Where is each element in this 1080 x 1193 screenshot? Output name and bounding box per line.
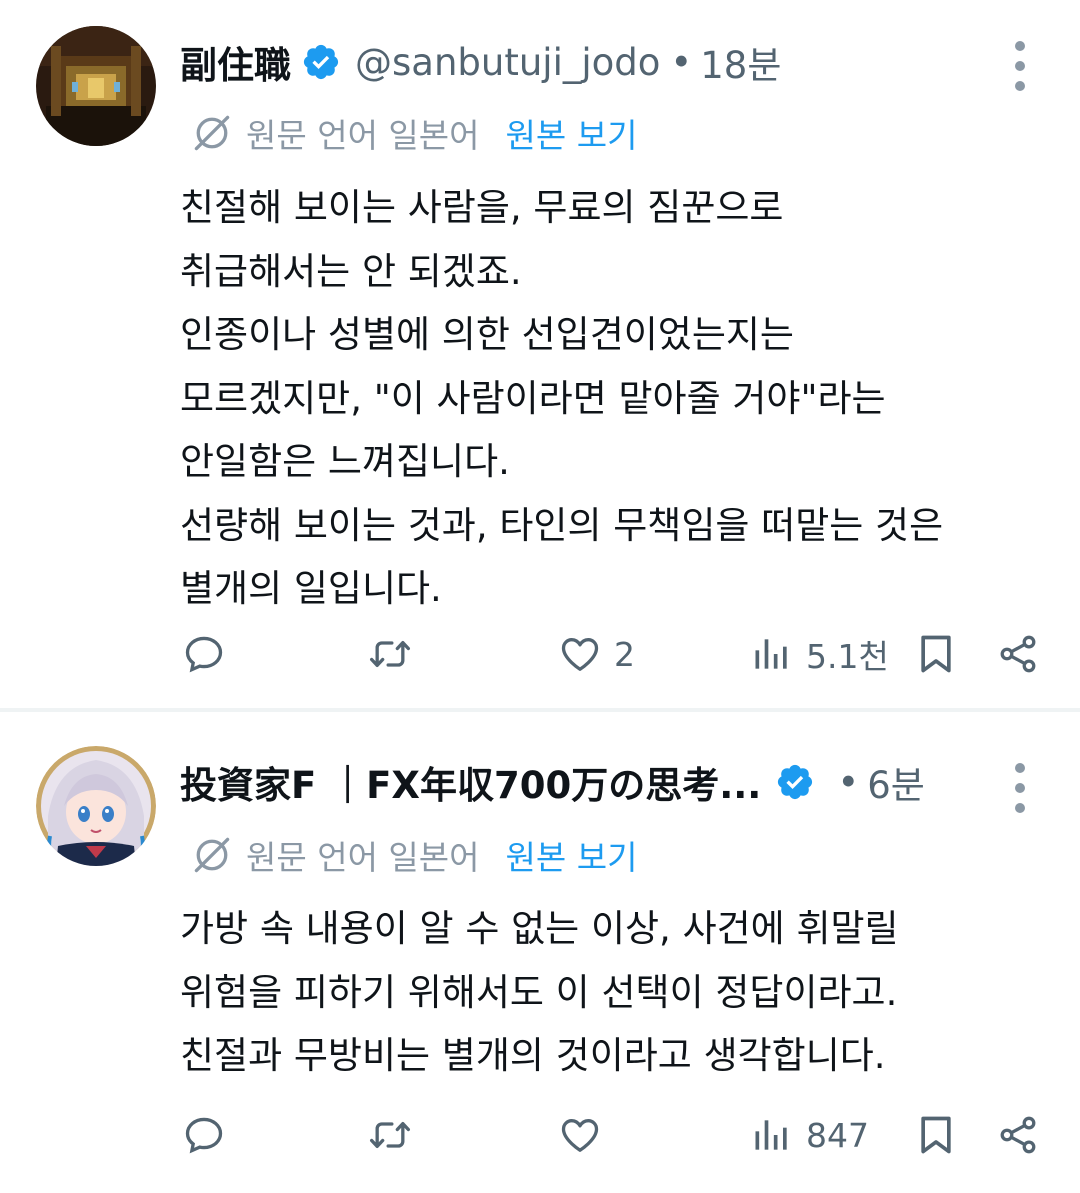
- author-name[interactable]: 投資家F ｜FX年収700万の思考...: [180, 755, 761, 809]
- reply-icon: [182, 1113, 226, 1157]
- bookmark-button[interactable]: [914, 1105, 958, 1165]
- timestamp[interactable]: 18분: [700, 35, 781, 89]
- view-count: 5.1천: [806, 637, 889, 676]
- tweet[interactable]: 投資家F ｜FX年収700万の思考... • 6분 원문 언어 일본어 원본 보…: [0, 712, 1080, 1193]
- views-button[interactable]: 847: [750, 1105, 869, 1165]
- tweet-text-line: 친절해 보이는 사람을, 무료의 짐꾼으로: [180, 186, 784, 229]
- reply-button[interactable]: [182, 624, 226, 684]
- reply-button[interactable]: [182, 1105, 226, 1165]
- avatar[interactable]: [36, 26, 156, 146]
- bookmark-icon: [914, 632, 958, 676]
- view-count: 847: [806, 1115, 869, 1155]
- tweet[interactable]: 副住職 @sanbutuji_jodo • 18분 원문 언어 일본어 원본 보…: [0, 0, 1080, 708]
- action-bar: 847: [0, 1105, 1080, 1165]
- tweet-text-line: 안일함은 느껴집니다.: [180, 440, 510, 483]
- view-original-link[interactable]: 원본 보기: [506, 831, 638, 879]
- bookmark-button[interactable]: [914, 624, 958, 684]
- verified-badge-icon: [775, 762, 815, 802]
- like-button[interactable]: [558, 1105, 602, 1165]
- avatar[interactable]: [36, 746, 156, 866]
- tweet-text-line: 선량해 보이는 것과, 타인의 무책임을 떠맡는 것은: [180, 503, 944, 547]
- tweet-header: 投資家F ｜FX年収700万の思考... • 6분: [180, 752, 980, 812]
- view-original-link[interactable]: 원본 보기: [506, 109, 638, 157]
- tweet-text-line: 인종이나 성별에 의한 선입견이었는지는: [180, 313, 794, 356]
- tweet-text-line: 가방 속 내용이 알 수 없는 이상, 사건에 휘말릴: [180, 907, 899, 950]
- separator: •: [670, 40, 693, 84]
- author-name[interactable]: 副住職: [180, 35, 291, 89]
- tweet-text-line: 취급해서는 안 되겠죠.: [180, 249, 522, 293]
- share-button[interactable]: [996, 1105, 1040, 1165]
- tweet-header: 副住職 @sanbutuji_jodo • 18분: [180, 32, 980, 92]
- more-icon[interactable]: [1000, 36, 1040, 96]
- tweet-text-line: 친절과 무방비는 별개의 것이라고 생각합니다.: [180, 1034, 886, 1077]
- share-icon: [996, 1113, 1040, 1157]
- views-icon: [750, 1113, 794, 1157]
- timestamp[interactable]: 6분: [867, 755, 925, 809]
- translate-icon: [190, 111, 234, 155]
- more-icon[interactable]: [1000, 758, 1040, 818]
- views-button[interactable]: 5.1천: [750, 624, 889, 684]
- translate-icon: [190, 833, 234, 877]
- tweet-text-line: 모르겠지만, "이 사람이라면 맡아줄 거야"라는: [180, 376, 886, 420]
- bookmark-icon: [914, 1113, 958, 1157]
- tweet-text-line: 별개의 일입니다.: [180, 567, 442, 610]
- like-count: 2: [614, 634, 635, 674]
- translation-label: 원문 언어 일본어: [246, 838, 480, 877]
- translation-notice: 원문 언어 일본어 원본 보기: [190, 108, 637, 158]
- retweet-icon: [368, 1113, 412, 1157]
- like-button[interactable]: 2: [558, 624, 635, 684]
- tweet-text-line: 위험을 피하기 위해서도 이 선택이 정답이라고.: [180, 970, 898, 1014]
- translation-notice: 원문 언어 일본어 원본 보기: [190, 830, 637, 880]
- views-icon: [750, 632, 794, 676]
- retweet-button[interactable]: [368, 1105, 412, 1165]
- share-icon: [996, 632, 1040, 676]
- share-button[interactable]: [996, 624, 1040, 684]
- reply-icon: [182, 632, 226, 676]
- like-icon: [558, 632, 602, 676]
- translation-label: 원문 언어 일본어: [246, 116, 480, 155]
- author-handle[interactable]: @sanbutuji_jodo: [355, 41, 660, 84]
- verified-badge-icon: [301, 42, 341, 82]
- separator: •: [837, 760, 860, 804]
- retweet-icon: [368, 632, 412, 676]
- tweet-text: 가방 속 내용이 알 수 없는 이상, 사건에 휘말릴 위험을 피하기 위해서도…: [180, 897, 1050, 1088]
- retweet-button[interactable]: [368, 624, 412, 684]
- action-bar: 2 5.1천: [0, 624, 1080, 684]
- tweet-text: 친절해 보이는 사람을, 무료의 짐꾼으로 취급해서는 안 되겠죠. 인종이나 …: [180, 176, 1050, 621]
- like-icon: [558, 1113, 602, 1157]
